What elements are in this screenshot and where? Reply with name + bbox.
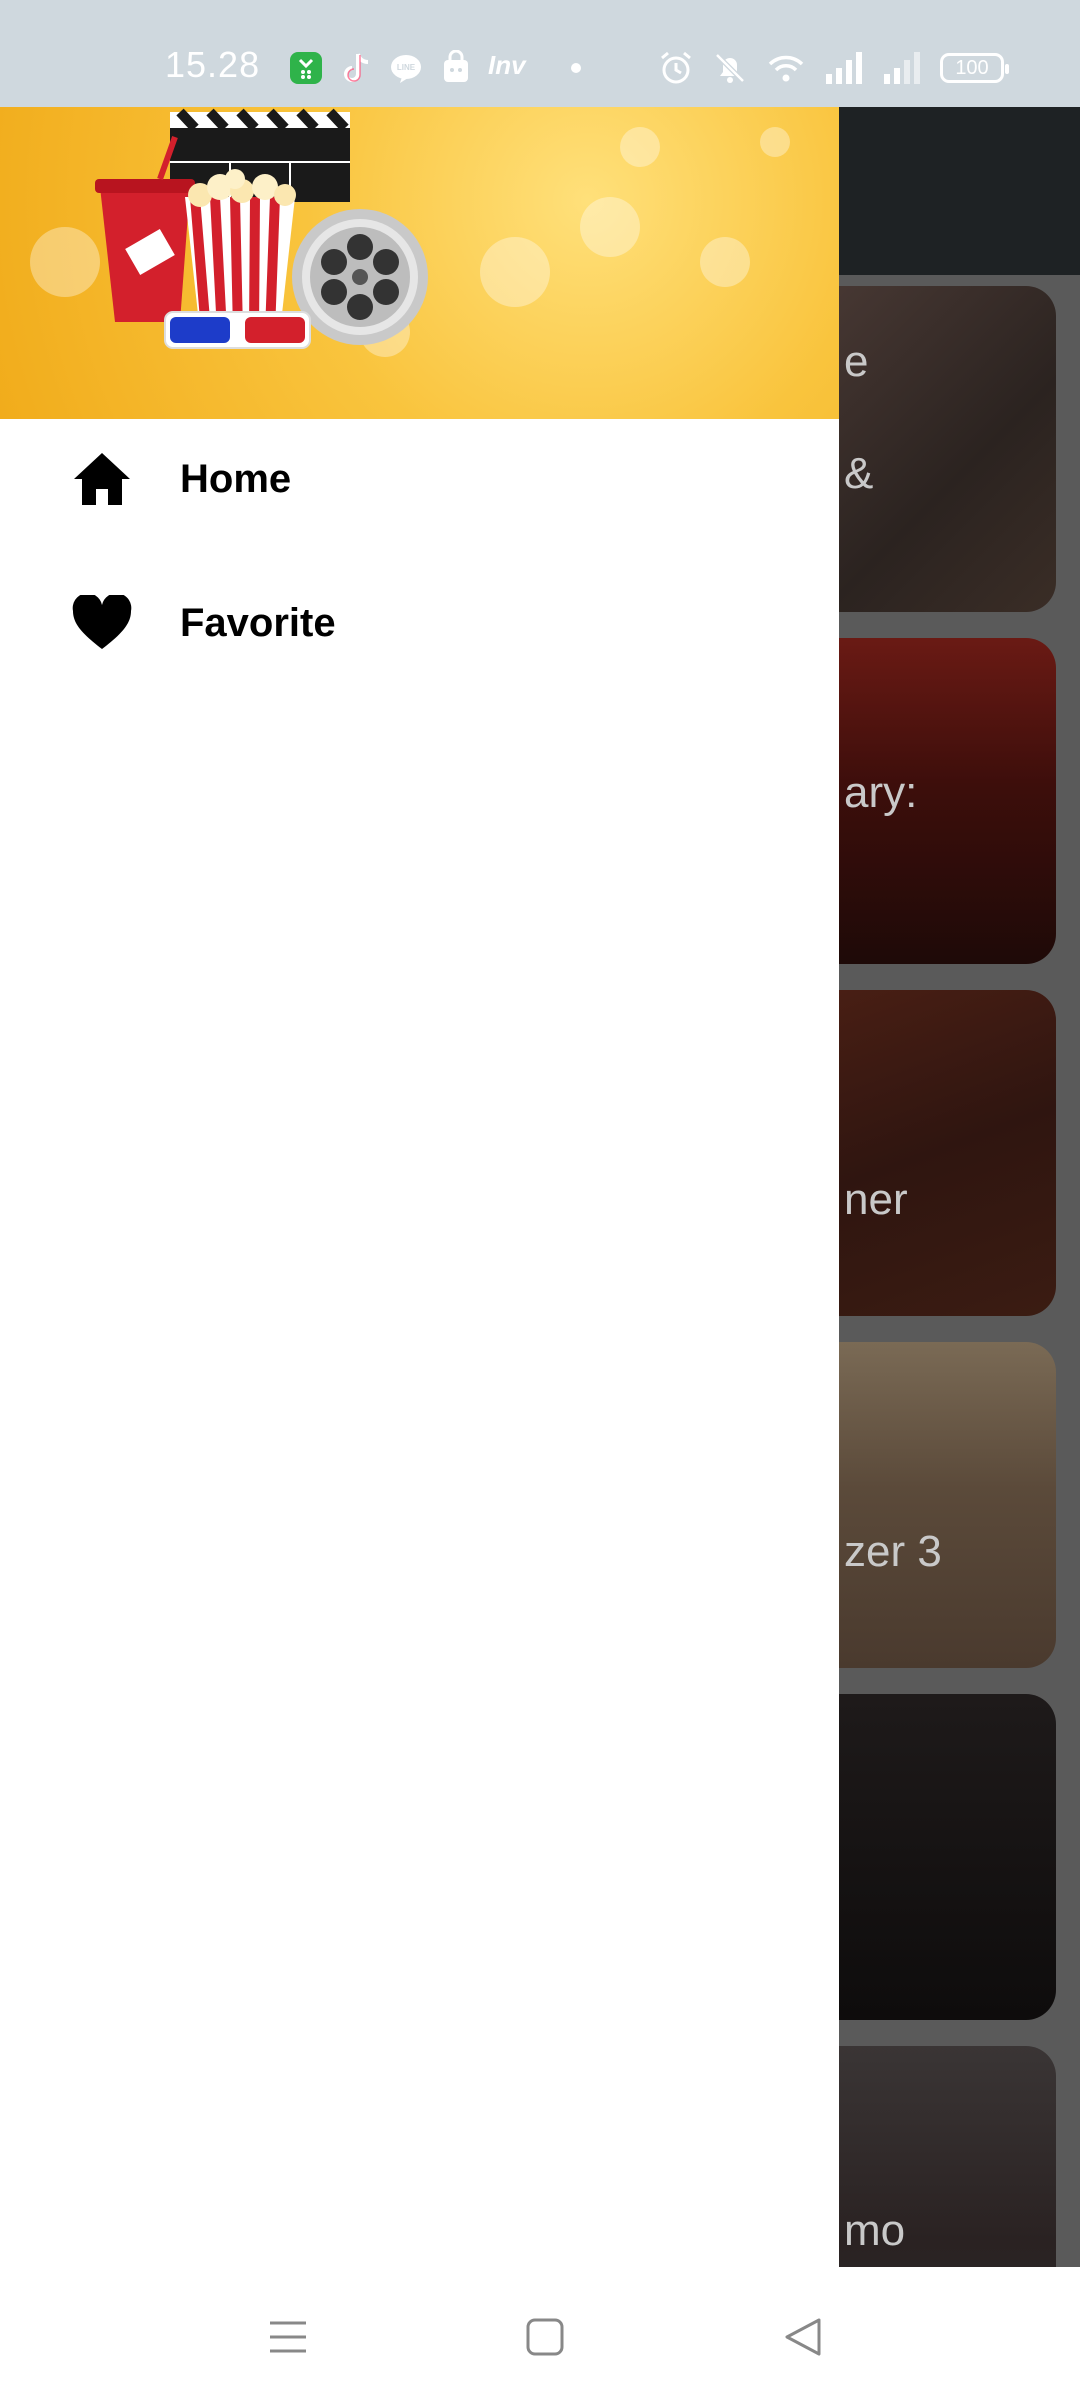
heart-icon xyxy=(70,591,134,655)
background-movie-card[interactable] xyxy=(839,1694,1056,2020)
signal-icon-2 xyxy=(884,52,920,84)
status-time: 15.28 xyxy=(165,44,261,85)
back-icon[interactable] xyxy=(773,2307,833,2367)
inv-icon: Inv xyxy=(488,50,526,80)
signal-icon xyxy=(826,52,862,84)
background-card-title: ner xyxy=(844,1175,908,1224)
menu-icon[interactable] xyxy=(258,2307,318,2367)
background-app-bar xyxy=(839,107,1080,275)
drawer-item-favorite[interactable]: Favorite xyxy=(0,563,839,683)
home-icon xyxy=(70,447,134,511)
bell-off-icon xyxy=(715,53,745,83)
dot-icon xyxy=(571,63,581,73)
navigation-drawer: Home Favorite xyxy=(0,107,839,2267)
drawer-item-label: Home xyxy=(180,456,292,501)
cinema-illustration xyxy=(95,108,428,349)
background-card-title: zer 3 xyxy=(844,1527,942,1576)
line-icon: LINE xyxy=(391,55,421,83)
alarm-icon xyxy=(661,51,691,84)
svg-text:LINE: LINE xyxy=(397,63,416,72)
background-movie-card[interactable]: zer 3 xyxy=(839,1342,1056,1668)
background-movie-card[interactable]: ner xyxy=(839,990,1056,1316)
background-card-title: e & xyxy=(844,337,874,498)
home-square-icon[interactable] xyxy=(515,2307,575,2367)
background-movie-card[interactable]: e & xyxy=(839,286,1056,612)
battery-indicator: 100 xyxy=(940,53,1009,83)
cinema-header-image xyxy=(0,107,839,419)
bag-icon xyxy=(444,50,468,82)
tiktok-icon xyxy=(344,53,369,82)
background-card-title: ary: xyxy=(844,768,918,817)
background-movie-list[interactable]: e & ary: ner zer 3 mo xyxy=(839,107,1080,2267)
status-system-icons: 100 xyxy=(658,48,1009,88)
app-store-icon xyxy=(290,52,322,84)
status-bar: 15.28 LINE Inv 100 xyxy=(0,0,1080,107)
system-navigation-bar xyxy=(0,2267,1080,2400)
background-movie-card[interactable]: ary: xyxy=(839,638,1056,964)
status-notification-icons: LINE Inv xyxy=(288,48,594,88)
background-movie-card[interactable]: mo xyxy=(839,2046,1056,2267)
wifi-icon xyxy=(768,55,804,82)
background-card-title: mo xyxy=(844,2206,906,2255)
drawer-item-label: Favorite xyxy=(180,600,336,645)
drawer-item-home[interactable]: Home xyxy=(0,419,839,539)
